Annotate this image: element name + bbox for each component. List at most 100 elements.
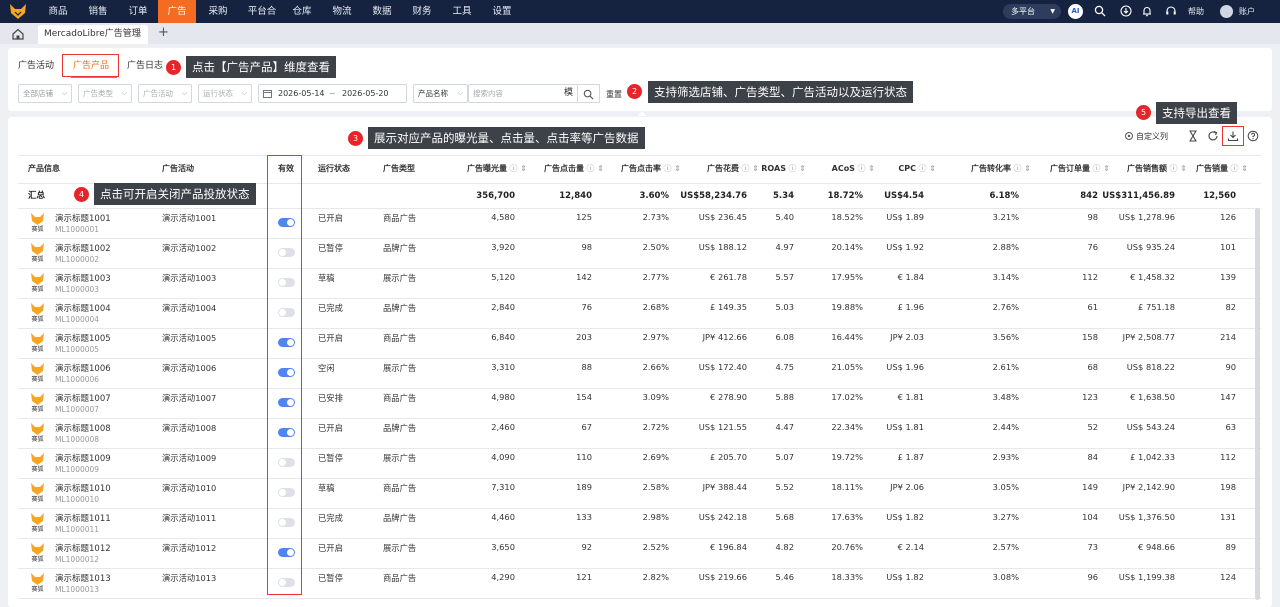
info-icon[interactable]: ⓘ xyxy=(1090,164,1100,173)
sort-icon[interactable]: ⇕ xyxy=(1239,164,1248,173)
nav-item-7[interactable]: 物流 xyxy=(324,0,360,23)
store-select[interactable]: 全部店铺 ⌵ xyxy=(18,84,72,103)
table-row[interactable]: 赛狐 演示标题1012 ML1000012 演示活动1012 已开启 展示广告 3,650 9… xyxy=(18,538,1261,568)
product-title[interactable]: 演示标题1010 xyxy=(55,482,111,494)
product-name-select[interactable]: 产品名称 ⌵ xyxy=(413,84,468,103)
sort-icon[interactable]: ⇕ xyxy=(750,164,759,173)
sort-icon[interactable]: ⇕ xyxy=(595,164,604,173)
table-row[interactable]: 赛狐 演示标题1010 ML1000010 演示活动1010 草稿 商品广告 7,310 18… xyxy=(18,478,1261,508)
nav-item-9[interactable]: 财务 xyxy=(404,0,440,23)
account-link[interactable]: 账户 xyxy=(1239,0,1255,23)
search-input[interactable]: 搜索内容 模 xyxy=(468,84,578,103)
campaign-name[interactable]: 演示活动1013 xyxy=(162,572,216,584)
subtab-log[interactable]: 广告日志 xyxy=(127,58,163,71)
nav-item-5[interactable]: 平台合 xyxy=(240,0,284,23)
column-header-orders[interactable]: 广告订单量 ⓘ ⇕ xyxy=(1050,155,1110,183)
table-row[interactable]: 赛狐 演示标题1002 ML1000002 演示活动1002 已暂停 品牌广告 3,920 9… xyxy=(18,238,1261,268)
sort-icon[interactable]: ⇕ xyxy=(1022,164,1031,173)
sort-icon[interactable]: ⇕ xyxy=(518,164,527,173)
product-title[interactable]: 演示标题1009 xyxy=(55,452,111,464)
collapse-caret-icon[interactable] xyxy=(638,111,646,116)
campaign-name[interactable]: 演示活动1011 xyxy=(162,512,216,524)
nav-item-0[interactable]: 商品 xyxy=(38,0,78,23)
search-mode-toggle[interactable]: 模 xyxy=(564,85,573,102)
product-title[interactable]: 演示标题1013 xyxy=(55,572,111,584)
campaign-name[interactable]: 演示活动1003 xyxy=(162,272,216,284)
vertical-scrollbar[interactable] xyxy=(1255,208,1260,600)
column-header-roas[interactable]: ROAS ⓘ ⇕ xyxy=(761,155,806,183)
column-header-cpc[interactable]: CPC ⓘ ⇕ xyxy=(898,155,936,183)
product-title[interactable]: 演示标题1002 xyxy=(55,242,111,254)
nav-item-4[interactable]: 采购 xyxy=(200,0,236,23)
sort-icon[interactable]: ⇕ xyxy=(672,164,681,173)
campaign-name[interactable]: 演示活动1006 xyxy=(162,362,216,374)
table-row[interactable]: 赛狐 演示标题1006 ML1000006 演示活动1006 空闲 展示广告 3,310 88… xyxy=(18,358,1261,388)
platform-selector[interactable]: 多平台 ▼ xyxy=(1003,4,1061,19)
search-icon[interactable] xyxy=(1094,5,1106,17)
status-select[interactable]: 运行状态 ⌵ xyxy=(198,84,252,103)
help-link[interactable]: 帮助 xyxy=(1188,0,1204,23)
product-title[interactable]: 演示标题1004 xyxy=(55,302,111,314)
nav-item-3[interactable]: 广告 xyxy=(158,0,196,23)
add-tab-button[interactable]: + xyxy=(158,25,169,40)
product-title[interactable]: 演示标题1006 xyxy=(55,362,111,374)
ai-assistant-icon[interactable]: AI xyxy=(1068,4,1083,19)
search-button[interactable] xyxy=(578,84,600,103)
table-row[interactable]: 赛狐 演示标题1013 ML1000013 演示活动1013 已暂停 商品广告 4,290 1… xyxy=(18,568,1261,598)
download-circle-icon[interactable] xyxy=(1120,5,1132,17)
fox-logo-icon[interactable] xyxy=(8,3,28,20)
table-row[interactable]: 赛狐 演示标题1011 ML1000011 演示活动1011 已完成 品牌广告 4,460 1… xyxy=(18,508,1261,538)
nav-item-1[interactable]: 销售 xyxy=(78,0,118,23)
table-row[interactable]: 赛狐 演示标题1001 ML1000001 演示活动1001 已开启 商品广告 4,580 1… xyxy=(18,208,1261,238)
info-icon[interactable]: ⓘ xyxy=(507,164,517,173)
nav-item-2[interactable]: 订单 xyxy=(118,0,158,23)
home-icon[interactable] xyxy=(6,26,30,42)
sort-icon[interactable]: ⇕ xyxy=(927,164,936,173)
product-title[interactable]: 演示标题1005 xyxy=(55,332,111,344)
info-icon[interactable]: ⓘ xyxy=(855,164,865,173)
table-row[interactable]: 赛狐 演示标题1007 ML1000007 演示活动1007 已安排 商品广告 4,980 1… xyxy=(18,388,1261,418)
nav-item-10[interactable]: 工具 xyxy=(444,0,480,23)
custom-columns-button[interactable]: 自定义列 xyxy=(1136,131,1168,142)
avatar[interactable] xyxy=(1220,5,1233,18)
campaign-name[interactable]: 演示活动1012 xyxy=(162,542,216,554)
column-header-clicks[interactable]: 广告点击量 ⓘ ⇕ xyxy=(544,155,604,183)
ad-type-select[interactable]: 广告类型 ⌵ xyxy=(78,84,132,103)
campaign-name[interactable]: 演示活动1008 xyxy=(162,422,216,434)
campaign-name[interactable]: 演示活动1009 xyxy=(162,452,216,464)
campaign-name[interactable]: 演示活动1002 xyxy=(162,242,216,254)
product-title[interactable]: 演示标题1012 xyxy=(55,542,111,554)
info-icon[interactable]: ⓘ xyxy=(661,164,671,173)
info-icon[interactable]: ⓘ xyxy=(739,164,749,173)
info-icon[interactable]: ⓘ xyxy=(1167,164,1177,173)
product-title[interactable]: 演示标题1003 xyxy=(55,272,111,284)
sort-icon[interactable]: ⇕ xyxy=(1101,164,1110,173)
info-icon[interactable]: ⓘ xyxy=(584,164,594,173)
sort-icon[interactable]: ⇕ xyxy=(1178,164,1187,173)
headset-icon[interactable] xyxy=(1165,5,1177,17)
campaign-name[interactable]: 演示活动1005 xyxy=(162,332,216,344)
campaign-name[interactable]: 演示活动1010 xyxy=(162,482,216,494)
info-icon[interactable]: ⓘ xyxy=(1011,164,1021,173)
product-title[interactable]: 演示标题1008 xyxy=(55,422,111,434)
info-icon[interactable]: ⓘ xyxy=(1228,164,1238,173)
tab-ad-management[interactable]: MercadoLibre广告管理 ✕ xyxy=(38,25,148,44)
column-header-cvr[interactable]: 广告转化率 ⓘ ⇕ xyxy=(971,155,1031,183)
campaign-name[interactable]: 演示活动1007 xyxy=(162,392,216,404)
table-row[interactable]: 赛狐 演示标题1003 ML1000003 演示活动1003 草稿 展示广告 5,120 14… xyxy=(18,268,1261,298)
refresh-icon[interactable] xyxy=(1207,130,1219,142)
column-header-sales[interactable]: 广告销售额 ⓘ ⇕ xyxy=(1127,155,1187,183)
column-header-spend[interactable]: 广告花费 ⓘ ⇕ xyxy=(707,155,759,183)
bell-icon[interactable] xyxy=(1141,5,1153,17)
column-header-acos[interactable]: ACoS ⓘ ⇕ xyxy=(832,155,875,183)
nav-item-8[interactable]: 数据 xyxy=(364,0,400,23)
campaign-name[interactable]: 演示活动1004 xyxy=(162,302,216,314)
hourglass-icon[interactable] xyxy=(1187,130,1199,142)
close-icon[interactable]: ✕ xyxy=(135,25,142,44)
nav-item-6[interactable]: 仓库 xyxy=(284,0,320,23)
table-row[interactable]: 赛狐 演示标题1009 ML1000009 演示活动1009 已暂停 展示广告 4,090 1… xyxy=(18,448,1261,478)
product-title[interactable]: 演示标题1011 xyxy=(55,512,111,524)
column-header-impressions[interactable]: 广告曝光量 ⓘ ⇕ xyxy=(467,155,527,183)
nav-item-11[interactable]: 设置 xyxy=(484,0,520,23)
column-header-ctr[interactable]: 广告点击率 ⓘ ⇕ xyxy=(621,155,681,183)
